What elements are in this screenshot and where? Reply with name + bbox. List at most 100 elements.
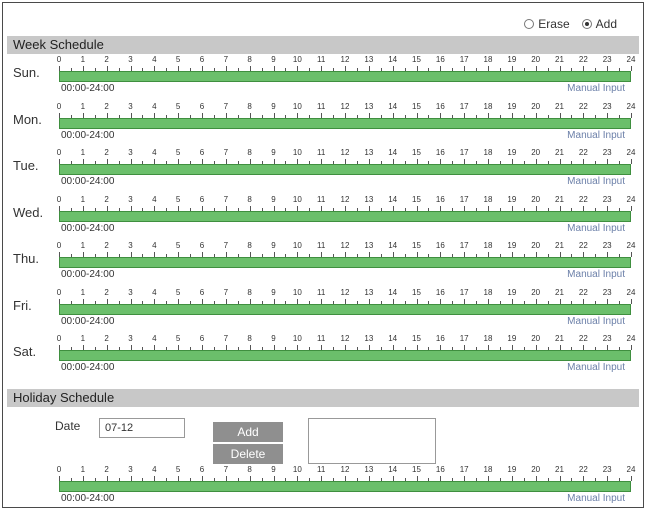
holiday-manual-input-link[interactable]: Manual Input <box>567 493 625 504</box>
day-5-range-text: 00:00-24:00 <box>61 315 115 327</box>
hour-label: 0 <box>56 101 62 111</box>
hour-label: 20 <box>531 287 541 297</box>
hour-label: 2 <box>104 148 109 157</box>
day-6-manual-input-link[interactable]: Manual Input <box>567 362 625 373</box>
day-2-manual-input-link[interactable]: Manual Input <box>567 176 625 187</box>
hour-label: 12 <box>340 334 350 343</box>
hour-label: 2 <box>104 465 109 474</box>
hour-label: 17 <box>459 465 469 474</box>
hour-label: 13 <box>364 148 374 157</box>
hour-label: 22 <box>578 55 588 64</box>
hour-label: 19 <box>507 241 517 250</box>
holiday-hour-labels: 0 1 2 3 4 5 6 7 8 9 10 11 12 13 14 15 16 17 18 19 20 21 22 23 24 <box>56 465 636 475</box>
hour-label: 21 <box>555 55 564 64</box>
hour-label: 11 <box>317 55 326 64</box>
hour-label: 24 <box>626 194 636 204</box>
day-6-day-label: Sat. <box>13 344 37 359</box>
hour-label: 22 <box>578 101 588 111</box>
hour-label: 21 <box>555 148 564 157</box>
hour-label: 16 <box>435 148 445 157</box>
delete-holiday-button[interactable]: Delete <box>213 444 283 464</box>
hour-label: 2 <box>104 334 109 343</box>
day-3-hour-labels: 0 1 2 3 4 5 6 7 8 9 10 11 12 13 14 15 16 17 18 19 20 21 22 23 24 <box>57 194 636 205</box>
hour-label: 1 <box>80 465 86 474</box>
hour-label: 17 <box>459 334 469 343</box>
hour-label: 4 <box>152 148 157 157</box>
hour-label: 6 <box>199 465 205 474</box>
day-4-manual-input-link[interactable]: Manual Input <box>567 269 625 280</box>
holiday-schedule-bar[interactable] <box>59 481 631 492</box>
hour-label: 21 <box>555 101 564 111</box>
hour-label: 15 <box>412 334 421 343</box>
hour-label: 18 <box>483 101 493 111</box>
hour-label: 22 <box>578 194 588 204</box>
hour-label: 4 <box>152 101 157 111</box>
hour-label: 12 <box>340 465 350 474</box>
day-5-manual-input-link[interactable]: Manual Input <box>567 316 625 327</box>
date-label: Date <box>55 419 81 433</box>
hour-label: 19 <box>507 287 517 297</box>
day-0-manual-input-link[interactable]: Manual Input <box>567 83 625 94</box>
day-5-schedule-bar[interactable] <box>59 303 631 315</box>
hour-label: 23 <box>602 334 612 343</box>
day-4-hour-labels: 0 1 2 3 4 5 6 7 8 9 10 11 12 13 14 15 16 17 18 19 20 21 22 23 24 <box>57 241 636 251</box>
hour-label: 4 <box>152 55 157 64</box>
day-0-hour-labels: 0 1 2 3 4 5 6 7 8 9 10 11 12 13 14 15 16 17 18 19 20 21 22 23 24 <box>57 55 636 65</box>
hour-label: 18 <box>483 194 493 204</box>
hour-label: 22 <box>578 241 588 250</box>
day-6-hour-labels: 0 1 2 3 4 5 6 7 8 9 10 11 12 13 14 15 16 17 18 19 20 21 22 23 24 <box>57 334 636 344</box>
hour-label: 9 <box>271 101 276 111</box>
hour-label: 18 <box>483 465 493 474</box>
hour-label: 13 <box>364 101 374 111</box>
hour-label: 17 <box>459 241 469 250</box>
hour-label: 10 <box>292 101 302 111</box>
mode-selector: Erase Add <box>524 17 625 31</box>
hour-label: 17 <box>459 194 469 204</box>
hour-label: 13 <box>364 334 374 343</box>
hour-label: 23 <box>602 101 612 111</box>
hour-label: 24 <box>626 241 636 250</box>
day-3-schedule-bar[interactable] <box>59 210 631 222</box>
hour-label: 20 <box>531 148 541 157</box>
hour-label: 21 <box>555 194 564 204</box>
holiday-list[interactable] <box>308 418 436 464</box>
hour-label: 17 <box>459 148 469 157</box>
hour-label: 17 <box>459 287 469 297</box>
day-3-day-label: Wed. <box>13 204 44 220</box>
hour-label: 10 <box>292 241 302 250</box>
hour-label: 13 <box>364 287 374 297</box>
add-holiday-button[interactable]: Add <box>213 422 283 442</box>
hour-label: 24 <box>626 334 636 343</box>
hour-label: 14 <box>388 334 398 343</box>
hour-label: 0 <box>56 465 62 474</box>
hour-label: 6 <box>199 194 205 204</box>
day-4-schedule-bar[interactable] <box>59 257 631 268</box>
hour-label: 18 <box>483 287 493 297</box>
hour-label: 10 <box>292 334 302 343</box>
hour-label: 14 <box>388 55 398 64</box>
add-radio[interactable] <box>581 19 592 29</box>
hour-label: 6 <box>199 101 205 111</box>
hour-label: 16 <box>435 241 445 250</box>
hour-label: 1 <box>80 101 86 111</box>
date-input[interactable] <box>99 418 185 438</box>
day-1-schedule-bar[interactable] <box>59 117 631 129</box>
day-1-manual-input-link[interactable]: Manual Input <box>567 130 625 141</box>
day-2-schedule-bar[interactable] <box>59 164 631 175</box>
day-0-schedule-bar[interactable] <box>59 71 631 82</box>
hour-label: 1 <box>80 194 86 204</box>
hour-label: 24 <box>626 55 636 64</box>
hour-label: 22 <box>578 465 588 474</box>
hour-label: 21 <box>555 287 564 297</box>
hour-label: 10 <box>292 465 302 474</box>
day-3-manual-input-link[interactable]: Manual Input <box>567 223 625 234</box>
hour-label: 1 <box>80 287 86 297</box>
day-6-schedule-bar[interactable] <box>59 350 631 361</box>
erase-radio[interactable] <box>524 19 535 29</box>
hour-label: 9 <box>271 55 276 64</box>
hour-label: 12 <box>340 241 350 250</box>
hour-label: 8 <box>247 241 252 250</box>
hour-label: 15 <box>412 465 421 474</box>
add-label: Add <box>595 17 617 31</box>
hour-label: 0 <box>56 148 62 157</box>
